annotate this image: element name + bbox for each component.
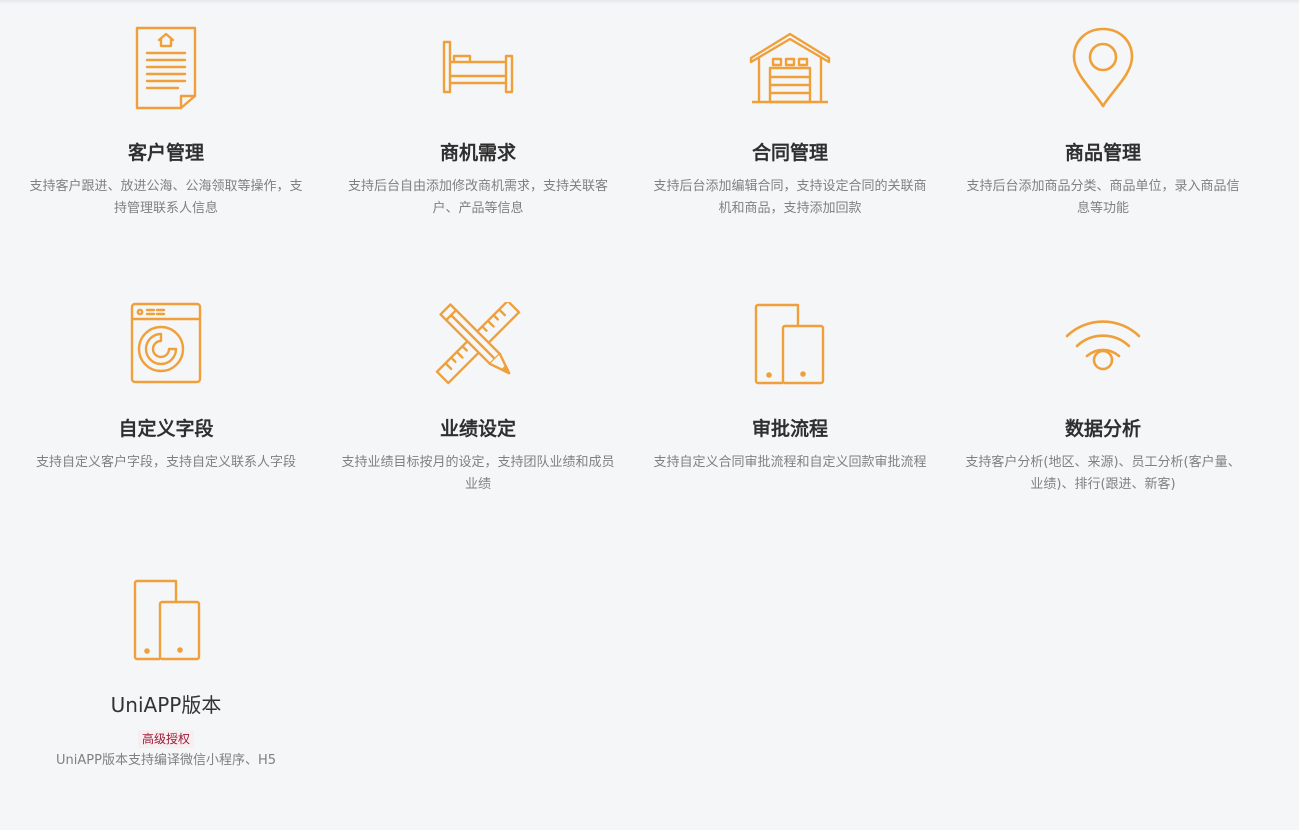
feature-description: 支持客户跟进、放进公海、公海领取等操作，支持管理联系人信息 bbox=[29, 179, 303, 216]
document-icon bbox=[116, 26, 216, 116]
feature-card-custom-fields[interactable]: 自定义字段 支持自定义客户字段，支持自定义联系人字段 bbox=[21, 302, 311, 474]
feature-title: 审批流程 bbox=[751, 418, 828, 440]
feature-description: 支持自定义客户字段，支持自定义联系人字段 bbox=[35, 455, 296, 470]
feature-description: 支持自定义合同审批流程和自定义回款审批流程 bbox=[653, 455, 927, 470]
feature-description: 支持后台添加编辑合同，支持设定合同的关联商机和商品，支持添加回款 bbox=[653, 179, 927, 216]
top-shadow bbox=[0, 0, 1299, 4]
feature-title: 客户管理 bbox=[127, 142, 204, 164]
feature-card-product[interactable]: 商品管理 支持后台添加商品分类、商品单位，录入商品信息等功能 bbox=[958, 26, 1248, 220]
feature-card-analytics[interactable]: 数据分析 支持客户分析(地区、来源)、员工分析(客户量、业绩)、排行(跟进、新客… bbox=[958, 302, 1248, 496]
feature-card-approval[interactable]: 审批流程 支持自定义合同审批流程和自定义回款审批流程 bbox=[645, 302, 935, 474]
feature-card-contract[interactable]: 合同管理 支持后台添加编辑合同，支持设定合同的关联商机和商品，支持添加回款 bbox=[645, 26, 935, 220]
feature-description: 支持客户分析(地区、来源)、员工分析(客户量、业绩)、排行(跟进、新客) bbox=[965, 455, 1241, 492]
feature-title: 商品管理 bbox=[1064, 142, 1141, 164]
feature-card-uniapp[interactable]: UniAPP版本 高级授权 UniAPP版本支持编译微信小程序、H5 bbox=[21, 578, 311, 772]
feature-description: 支持后台添加商品分类、商品单位，录入商品信息等功能 bbox=[966, 179, 1240, 216]
tablet-phone-icon bbox=[116, 578, 216, 668]
license-badge: 高级授权 bbox=[137, 730, 194, 748]
feature-card-customer-management[interactable]: 客户管理 支持客户跟进、放进公海、公海领取等操作，支持管理联系人信息 bbox=[21, 26, 311, 220]
feature-description: UniAPP版本支持编译微信小程序、H5 bbox=[56, 753, 276, 768]
feature-title: UniAPP版本 bbox=[110, 693, 222, 717]
feature-card-opportunity[interactable]: 商机需求 支持后台自由添加修改商机需求，支持关联客户、产品等信息 bbox=[333, 26, 623, 220]
location-pin-icon bbox=[1053, 26, 1153, 116]
feature-title: 业绩设定 bbox=[439, 418, 516, 440]
warehouse-icon bbox=[740, 26, 840, 116]
feature-card-performance[interactable]: 业绩设定 支持业绩目标按月的设定，支持团队业绩和成员业绩 bbox=[333, 302, 623, 496]
feature-title: 自定义字段 bbox=[118, 418, 214, 440]
tablet-phone-icon bbox=[740, 302, 840, 392]
bed-icon bbox=[428, 26, 528, 116]
pencil-ruler-icon bbox=[428, 302, 528, 392]
feature-description: 支持业绩目标按月的设定，支持团队业绩和成员业绩 bbox=[341, 455, 615, 492]
feature-description: 支持后台自由添加修改商机需求，支持关联客户、产品等信息 bbox=[347, 179, 608, 216]
feature-title: 商机需求 bbox=[439, 142, 516, 164]
feature-title: 数据分析 bbox=[1064, 418, 1141, 440]
wifi-icon bbox=[1053, 302, 1153, 392]
washing-machine-icon bbox=[116, 302, 216, 392]
feature-title: 合同管理 bbox=[751, 142, 828, 164]
